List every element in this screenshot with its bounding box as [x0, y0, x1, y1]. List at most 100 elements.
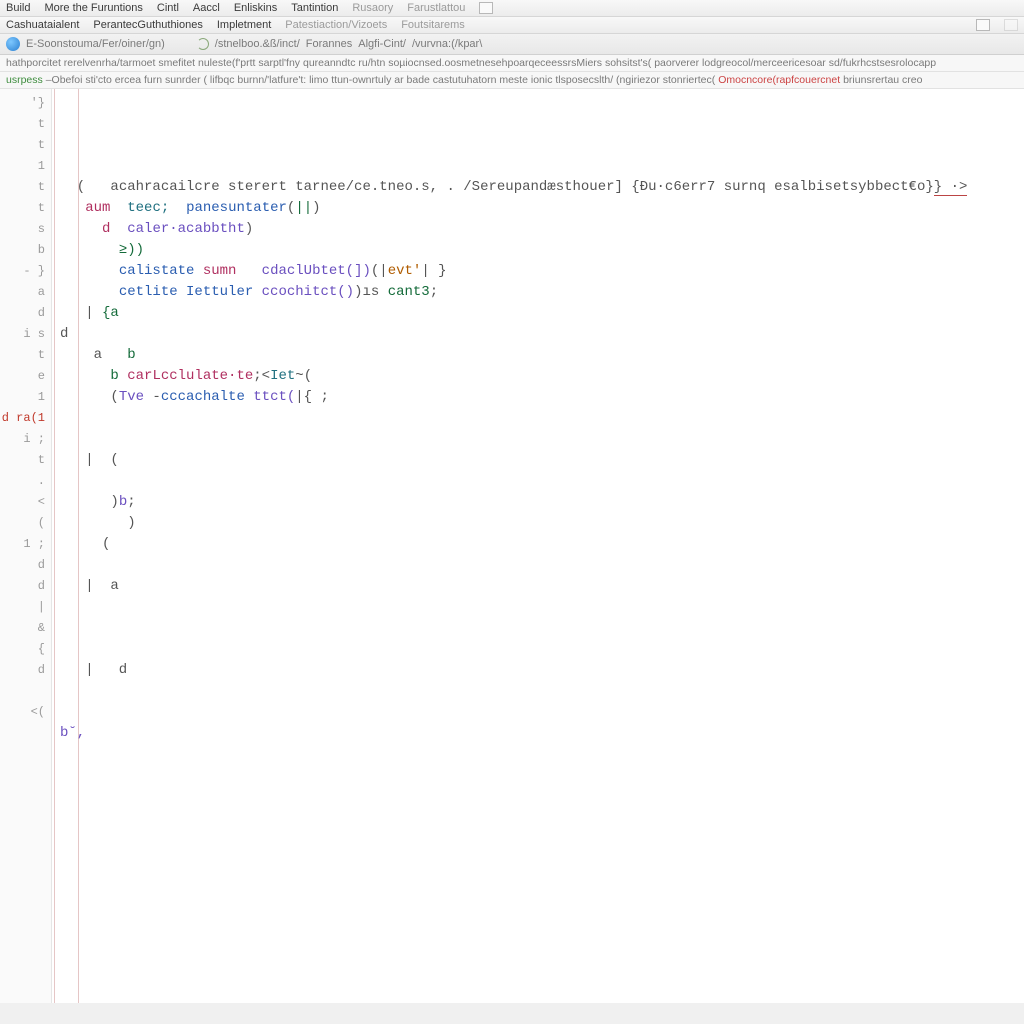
gutter-line: 1: [0, 387, 45, 408]
token: (: [60, 536, 110, 552]
warning-label: Omocncore(rapfcouercnet: [718, 74, 840, 86]
code-line[interactable]: [60, 597, 1024, 618]
menu-item[interactable]: Foutsitarems: [401, 19, 465, 31]
panel-icon[interactable]: [1004, 19, 1018, 31]
code-line[interactable]: b carLcclulate·te;<Iet~(: [60, 366, 1024, 387]
menu-item[interactable]: Impletment: [217, 19, 271, 31]
code-line[interactable]: [60, 555, 1024, 576]
code-line[interactable]: ( acahracailcre sterert tarnee/ce.tneo.s…: [60, 177, 1024, 198]
token: ;: [430, 284, 438, 300]
token: } ·>: [934, 179, 968, 196]
code-line[interactable]: [60, 681, 1024, 702]
token: a: [60, 347, 127, 363]
token: [178, 284, 186, 300]
token: ~(: [295, 368, 312, 384]
panel-icon[interactable]: [976, 19, 990, 31]
code-line[interactable]: calistate sumn cdaclUbtet(])(|evt'| }: [60, 261, 1024, 282]
gutter-line: t: [0, 345, 45, 366]
token: -: [144, 389, 161, 405]
token: (: [60, 389, 119, 405]
token: ): [60, 494, 119, 510]
breadcrumb[interactable]: Algfi-Cint/: [358, 38, 406, 50]
menu-item[interactable]: Cashuataialent: [6, 19, 79, 31]
code-line[interactable]: | (: [60, 450, 1024, 471]
gutter-line: <: [0, 492, 45, 513]
code-line[interactable]: (Tve -cccachalte ttct(|{ ;: [60, 387, 1024, 408]
code-line[interactable]: cetlite Iettuler ccochitct())ıs cant3;: [60, 282, 1024, 303]
gutter-line: (: [0, 513, 45, 534]
code-line[interactable]: [60, 702, 1024, 723]
menu-item[interactable]: Enliskins: [234, 2, 277, 14]
menu-item[interactable]: Patestiaction/Vizoets: [285, 19, 387, 31]
token: ;: [127, 494, 135, 510]
token: | }: [421, 263, 446, 279]
code-line[interactable]: [60, 765, 1024, 786]
menu-item[interactable]: Cintl: [157, 2, 179, 14]
code-line[interactable]: [60, 429, 1024, 450]
breadcrumb[interactable]: /stnelboo.&ß/inct/: [215, 38, 300, 50]
gutter-line: d ra(1: [0, 408, 45, 429]
code-line[interactable]: [60, 744, 1024, 765]
gutter-line: 1 ;: [0, 534, 45, 555]
token: (: [60, 179, 110, 195]
token: b: [110, 368, 118, 384]
code-line[interactable]: [60, 786, 1024, 807]
code-area[interactable]: ( acahracailcre sterert tarnee/ce.tneo.s…: [52, 89, 1024, 1003]
breadcrumb[interactable]: Forannes: [306, 38, 352, 50]
code-line[interactable]: d caler·acabbtht): [60, 219, 1024, 240]
token: cetlite: [119, 284, 178, 300]
token: [245, 389, 253, 405]
code-line[interactable]: [60, 618, 1024, 639]
gutter-line: [0, 681, 45, 702]
token: panesuntater: [186, 200, 287, 216]
gutter-line: s: [0, 219, 45, 240]
token: ||: [295, 200, 312, 216]
code-editor[interactable]: '}tt1ttsb- }adi ste1d ra(1i ;t.<(1 ;dd|&…: [0, 89, 1024, 1003]
token: carLcclulate·te: [127, 368, 253, 384]
info-text: briunsrertau creo: [843, 74, 922, 86]
menu-item[interactable]: Rusaory: [352, 2, 393, 14]
code-line[interactable]: | {a: [60, 303, 1024, 324]
code-line[interactable]: [60, 408, 1024, 429]
breadcrumb[interactable]: /vurvna:(/kpar\: [412, 38, 482, 50]
menu-item[interactable]: Tantintion: [291, 2, 338, 14]
address-url[interactable]: E-Soonstouma/Fer/oiner/gn): [26, 38, 165, 50]
info-text: –Obefoi sti'cto ercea furn sunrder ( lif…: [46, 74, 716, 86]
code-line[interactable]: | a: [60, 576, 1024, 597]
code-line[interactable]: [60, 471, 1024, 492]
code-line[interactable]: a b: [60, 345, 1024, 366]
gutter-line: {: [0, 639, 45, 660]
token: cant3: [388, 284, 430, 300]
indent-guide: [54, 89, 55, 1003]
address-bar: E-Soonstouma/Fer/oiner/gn) /stnelboo.&ß/…: [0, 34, 1024, 55]
code-line[interactable]: ≥)): [60, 240, 1024, 261]
reload-icon[interactable]: [197, 38, 209, 50]
token: ttct(: [253, 389, 295, 405]
gutter-line: t: [0, 114, 45, 135]
gutter-line: |: [0, 597, 45, 618]
code-line[interactable]: [60, 639, 1024, 660]
menu-item[interactable]: PerantecGuthuthiones: [93, 19, 202, 31]
token: teec;: [127, 200, 169, 216]
menu-item[interactable]: More the Furuntions: [44, 2, 142, 14]
code-line[interactable]: ): [60, 513, 1024, 534]
token: [60, 263, 119, 279]
token: |{ ;: [295, 389, 329, 405]
menu-item[interactable]: Build: [6, 2, 30, 14]
overflow-icon[interactable]: [479, 2, 493, 14]
token: sumn: [203, 263, 237, 279]
token: evt': [388, 263, 422, 279]
code-line[interactable]: (: [60, 534, 1024, 555]
code-line[interactable]: aum teec; panesuntater(||): [60, 198, 1024, 219]
token: [194, 263, 202, 279]
code-line[interactable]: b˘,: [60, 723, 1024, 744]
code-line[interactable]: )b;: [60, 492, 1024, 513]
menu-item[interactable]: Farustlattou: [407, 2, 465, 14]
token: ;<: [253, 368, 270, 384]
token: calistate: [119, 263, 195, 279]
menu-item[interactable]: Aaccl: [193, 2, 220, 14]
token: [60, 284, 119, 300]
code-line[interactable]: | d: [60, 660, 1024, 681]
code-line[interactable]: d: [60, 324, 1024, 345]
token: [236, 263, 261, 279]
